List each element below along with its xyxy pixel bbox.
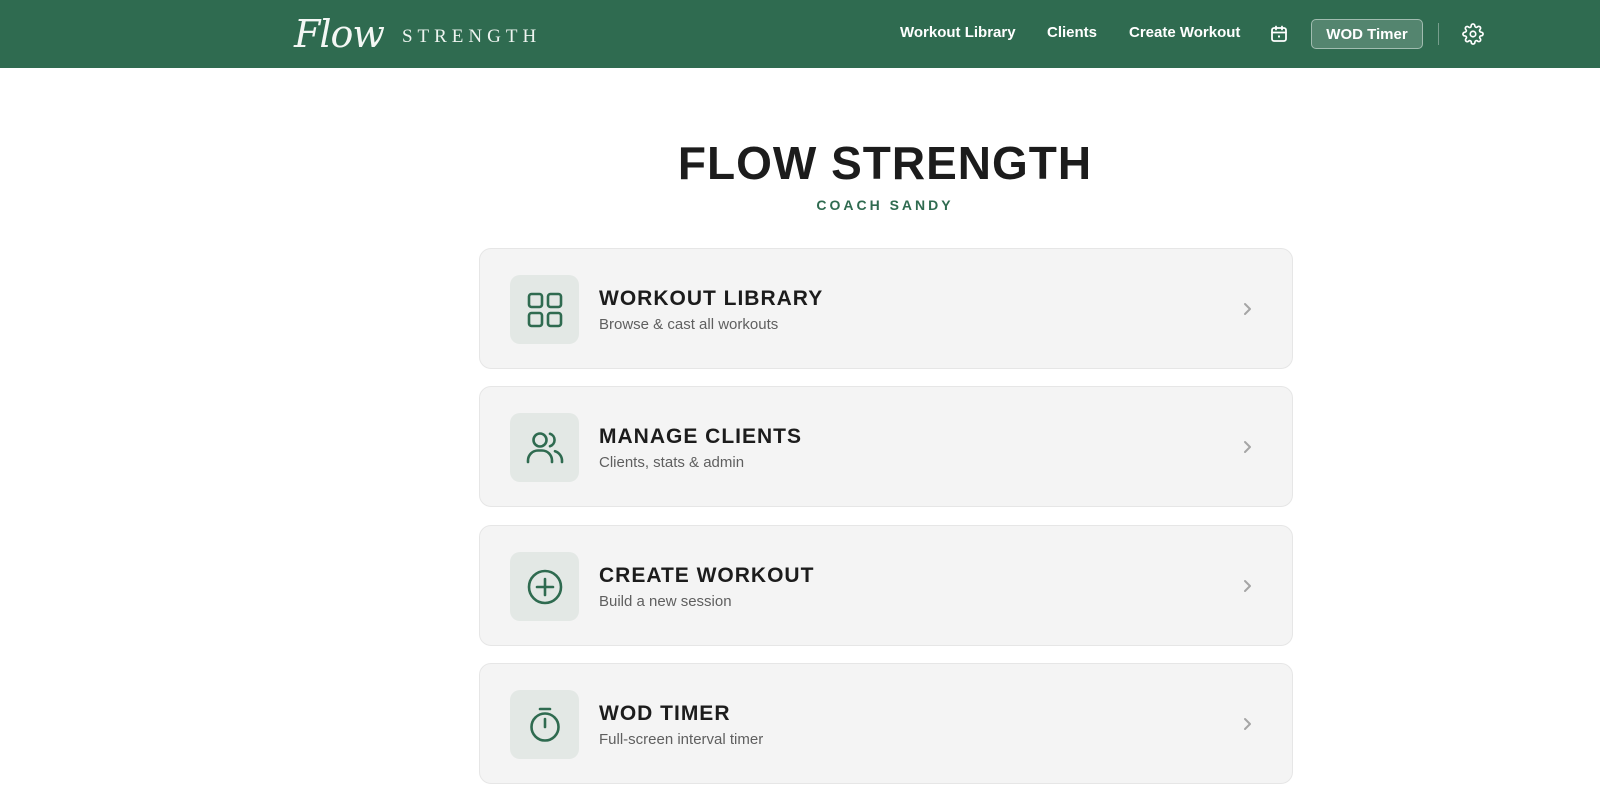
wod-timer-button[interactable]: WOD Timer bbox=[1311, 19, 1423, 49]
card-description: Clients, stats & admin bbox=[599, 454, 745, 471]
page-title: FLOW STRENGTH bbox=[677, 137, 1093, 189]
logo-wordmark: STRENGTH bbox=[401, 26, 542, 47]
grid-icon bbox=[510, 275, 579, 344]
create-workout-card[interactable]: CREATE WORKOUT Build a new session bbox=[479, 525, 1293, 646]
top-navigation-bar: Flow STRENGTH Workout Library Clients Cr… bbox=[0, 0, 1600, 68]
calendar-icon[interactable] bbox=[1269, 24, 1289, 44]
chevron-right-icon bbox=[1238, 715, 1256, 733]
card-title: WORKOUT LIBRARY bbox=[599, 287, 824, 310]
nav-create-workout[interactable]: Create Workout bbox=[1129, 24, 1240, 41]
brand-logo[interactable]: Flow STRENGTH bbox=[294, 8, 541, 60]
gear-icon[interactable] bbox=[1462, 23, 1484, 45]
card-title: WOD TIMER bbox=[599, 702, 731, 725]
logo-script-text: Flow bbox=[294, 12, 385, 56]
manage-clients-card[interactable]: MANAGE CLIENTS Clients, stats & admin bbox=[479, 386, 1293, 507]
chevron-right-icon bbox=[1238, 438, 1256, 456]
coach-name-subtitle: COACH SANDY bbox=[816, 197, 954, 213]
nav-workout-library[interactable]: Workout Library bbox=[900, 24, 1016, 41]
wod-timer-card[interactable]: WOD TIMER Full-screen interval timer bbox=[479, 663, 1293, 784]
nav-divider bbox=[1438, 23, 1439, 45]
chevron-right-icon bbox=[1238, 300, 1256, 318]
card-title: MANAGE CLIENTS bbox=[599, 425, 802, 448]
card-description: Full-screen interval timer bbox=[599, 731, 764, 748]
workout-library-card[interactable]: WORKOUT LIBRARY Browse & cast all workou… bbox=[479, 248, 1293, 369]
stopwatch-icon bbox=[510, 690, 579, 759]
card-title: CREATE WORKOUT bbox=[599, 564, 815, 587]
card-description: Build a new session bbox=[599, 593, 732, 610]
nav-clients[interactable]: Clients bbox=[1047, 24, 1097, 41]
users-icon bbox=[510, 413, 579, 482]
chevron-right-icon bbox=[1238, 577, 1256, 595]
card-description: Browse & cast all workouts bbox=[599, 316, 779, 333]
plus-circle-icon bbox=[510, 552, 579, 621]
